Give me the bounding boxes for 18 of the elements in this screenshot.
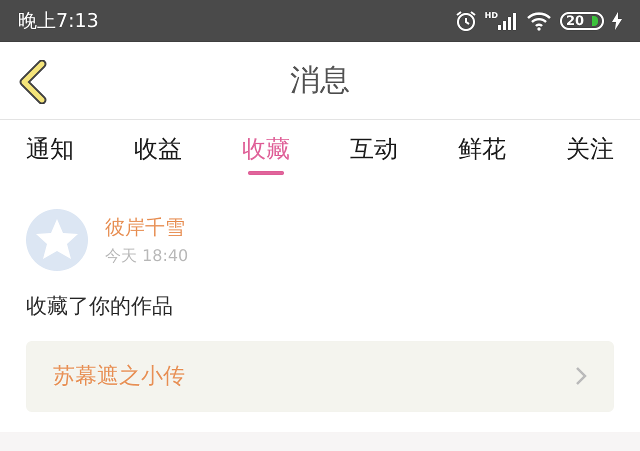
tab[interactable]: 互动 xyxy=(350,120,398,177)
back-icon[interactable] xyxy=(18,60,48,104)
message-time: 今天 18:40 xyxy=(105,245,188,267)
charging-icon xyxy=(612,12,622,30)
wifi-icon xyxy=(526,11,552,31)
chevron-icon xyxy=(575,366,587,386)
tab[interactable]: 收益 xyxy=(134,120,182,177)
tab[interactable]: 鲜花 xyxy=(458,120,506,177)
status-time: 晚上7:13 xyxy=(18,8,99,34)
tab[interactable]: 通知 xyxy=(26,120,74,177)
work-title: 苏幕遮之小传 xyxy=(53,362,185,390)
signal-icon xyxy=(498,12,518,30)
message-text: 收藏了你的作品 xyxy=(26,293,174,320)
page-title: 消息 xyxy=(290,62,350,100)
tab[interactable]: 关注 xyxy=(566,120,614,177)
network-label: HD xyxy=(484,12,498,20)
battery-icon: 20 xyxy=(560,12,604,30)
alarm-icon xyxy=(454,10,477,32)
